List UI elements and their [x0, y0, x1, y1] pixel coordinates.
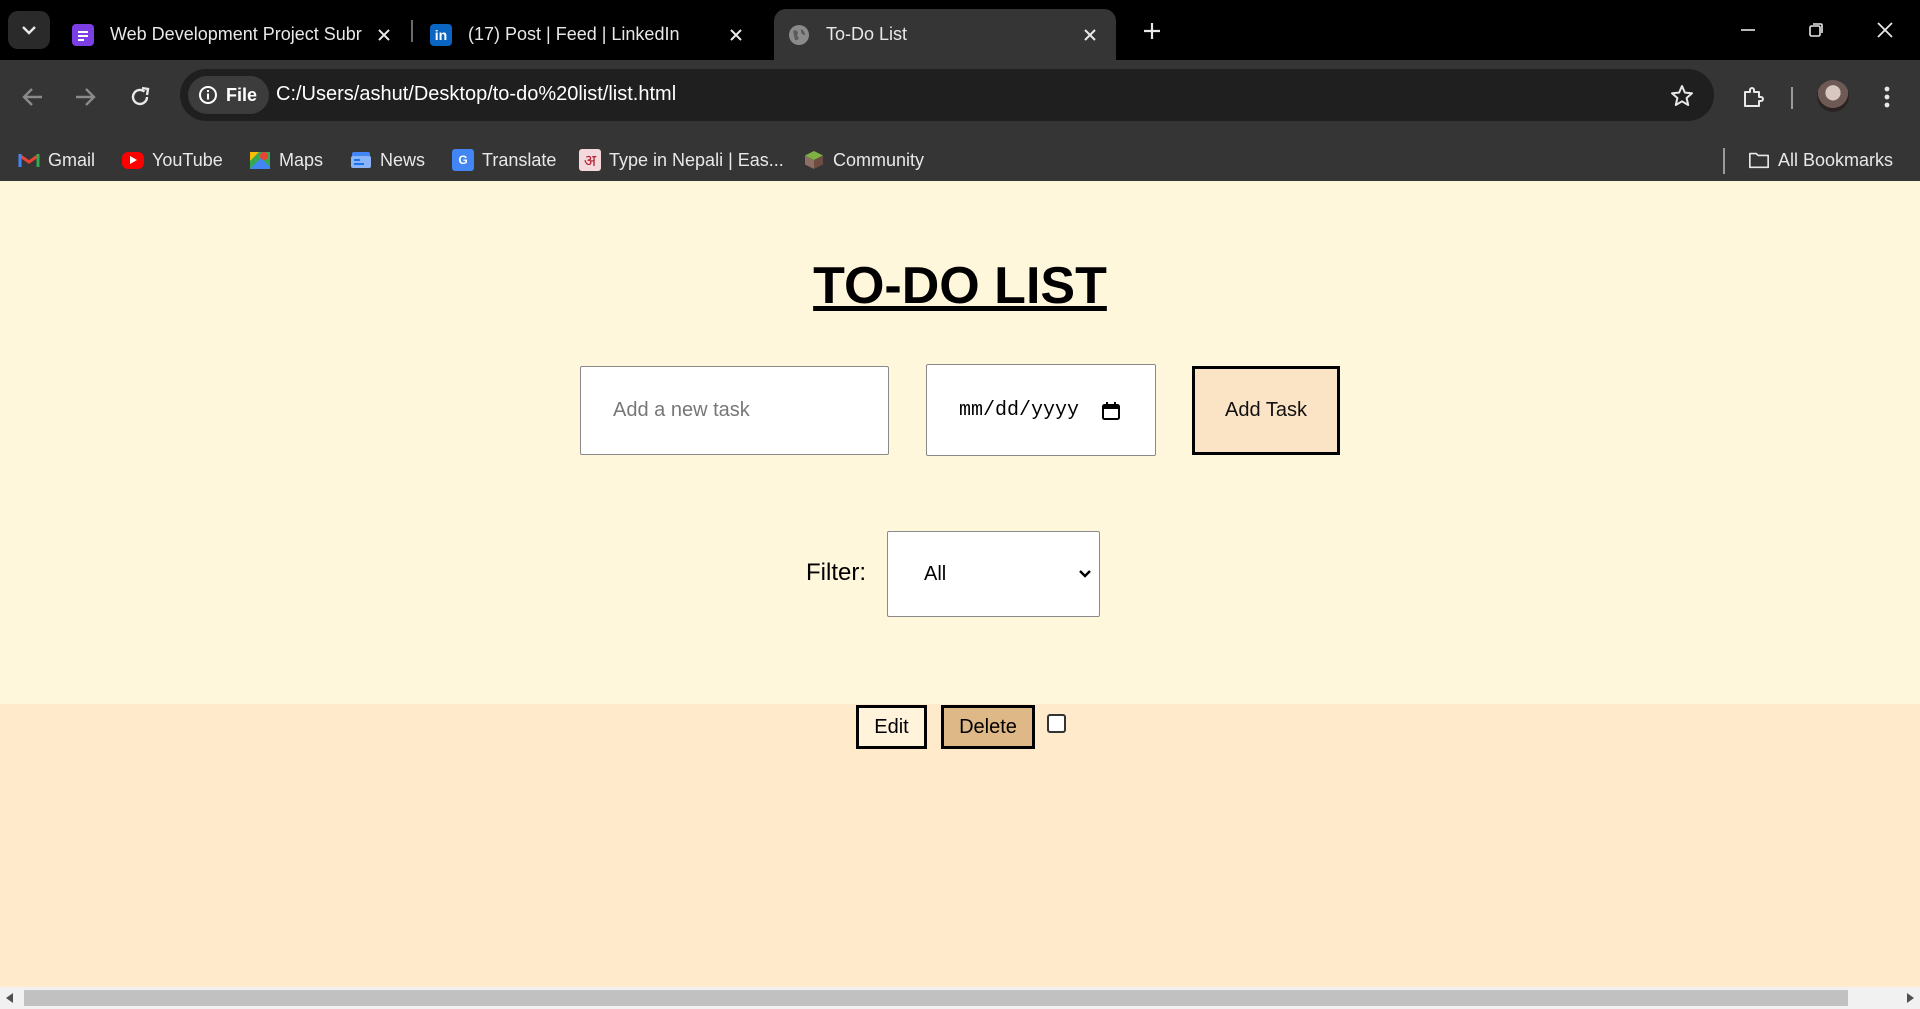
translate-icon: G: [452, 149, 474, 171]
restore-icon: [1809, 23, 1823, 37]
close-icon[interactable]: [722, 21, 750, 49]
bookmark-label: Type in Nepali | Eas...: [609, 149, 784, 170]
tab-title: (17) Post | Feed | LinkedIn: [468, 24, 680, 44]
date-placeholder: mm/dd/yyyy: [959, 398, 1080, 422]
bookmark-label: Gmail: [48, 149, 96, 170]
calendar-icon[interactable]: [1101, 401, 1121, 421]
scroll-left-icon[interactable]: [6, 993, 13, 1003]
linkedin-icon: in: [430, 23, 452, 46]
arrow-left-icon: [22, 88, 42, 106]
globe-icon: [788, 24, 810, 46]
bookmark-maps[interactable]: Maps: [249, 146, 323, 174]
filter-selected-value: All: [924, 562, 947, 585]
bookmark-news[interactable]: News: [350, 146, 425, 174]
gmail-icon: [18, 149, 40, 171]
close-icon[interactable]: [1076, 21, 1104, 49]
scroll-right-icon[interactable]: [1907, 993, 1914, 1003]
restore-button[interactable]: [1793, 8, 1839, 52]
maps-icon: [249, 149, 271, 171]
form-icon: [72, 23, 94, 46]
close-icon: [1877, 22, 1893, 38]
bookmarks-divider: [1723, 148, 1725, 174]
filter-label: Filter:: [806, 559, 866, 586]
browser-toolbar: File C:/Users/ashut/Desktop/to-do%20list…: [0, 60, 1920, 188]
avatar[interactable]: [1817, 80, 1849, 112]
page-viewport: TO-DO LIST mm/dd/yyyy Add Task Filter: A…: [0, 181, 1920, 987]
menu-button[interactable]: [1867, 77, 1907, 117]
bookmark-label: YouTube: [152, 149, 223, 170]
star-icon[interactable]: [1668, 82, 1696, 110]
due-date-input[interactable]: mm/dd/yyyy: [926, 364, 1156, 456]
bookmark-community[interactable]: Community: [803, 146, 924, 174]
news-icon: [350, 149, 372, 171]
more-vertical-icon: [1884, 86, 1890, 108]
url-text[interactable]: C:/Users/ashut/Desktop/to-do%20list/list…: [276, 83, 676, 106]
folder-icon: [1748, 149, 1770, 171]
bookmark-translate[interactable]: G Translate: [452, 146, 556, 174]
close-icon[interactable]: [370, 21, 398, 49]
tab-title: To-Do List: [826, 24, 908, 44]
bookmark-label: Community: [833, 149, 925, 170]
forward-button[interactable]: [65, 77, 105, 117]
bookmark-gmail[interactable]: Gmail: [18, 146, 95, 174]
chevron-down-icon: [22, 26, 36, 35]
tab-strip: Web Development Project Subr in (17) Pos…: [0, 0, 1920, 60]
site-chip-label: File: [226, 84, 258, 105]
nepali-icon: अ: [579, 149, 601, 171]
new-tab-button[interactable]: [1134, 13, 1170, 49]
task-input[interactable]: [580, 366, 889, 455]
bookmark-label: Translate: [482, 149, 557, 170]
task-complete-checkbox[interactable]: [1047, 714, 1066, 733]
edit-task-button[interactable]: Edit: [856, 705, 927, 749]
scrollbar-thumb[interactable]: [24, 990, 1848, 1006]
tab-title: Web Development Project Subr: [110, 24, 362, 44]
plus-icon: [1144, 23, 1160, 39]
horizontal-scrollbar[interactable]: [0, 987, 1920, 1009]
add-task-button[interactable]: Add Task: [1192, 366, 1340, 455]
toolbar-divider: [1791, 87, 1793, 109]
site-info-chip[interactable]: File: [188, 76, 270, 114]
youtube-icon: [122, 151, 144, 169]
tab-todo-list[interactable]: To-Do List: [774, 9, 1116, 60]
puzzle-icon: [1744, 87, 1764, 107]
all-bookmarks-button[interactable]: All Bookmarks: [1748, 146, 1893, 174]
delete-task-button[interactable]: Delete: [941, 705, 1035, 749]
minimize-button[interactable]: [1725, 8, 1771, 52]
bookmark-youtube[interactable]: YouTube: [122, 146, 223, 174]
filter-select[interactable]: All: [887, 531, 1100, 617]
info-icon: [199, 86, 217, 104]
bookmark-label: Maps: [279, 149, 324, 170]
address-bar[interactable]: File C:/Users/ashut/Desktop/to-do%20list…: [180, 69, 1714, 121]
reload-icon: [131, 86, 150, 106]
minimize-icon: [1741, 29, 1755, 31]
all-bookmarks-label: All Bookmarks: [1778, 149, 1894, 170]
page-title: TO-DO LIST: [813, 257, 1107, 315]
reload-button[interactable]: [120, 77, 160, 117]
chevron-down-icon: [1079, 570, 1091, 578]
tab-search-button[interactable]: [8, 11, 50, 49]
tab-linkedin[interactable]: in (17) Post | Feed | LinkedIn: [416, 9, 762, 60]
bookmarks-bar: Gmail YouTube Maps News G Translate अ Ty…: [0, 130, 1920, 188]
bookmark-nepali[interactable]: अ Type in Nepali | Eas...: [579, 146, 784, 174]
community-icon: [803, 149, 825, 171]
arrow-right-icon: [76, 88, 96, 106]
extensions-button[interactable]: [1733, 77, 1773, 117]
tab-divider: [411, 20, 413, 42]
tab-web-dev-project[interactable]: Web Development Project Subr: [58, 9, 410, 60]
bookmark-label: News: [380, 149, 426, 170]
back-button[interactable]: [13, 77, 53, 117]
close-window-button[interactable]: [1862, 8, 1908, 52]
